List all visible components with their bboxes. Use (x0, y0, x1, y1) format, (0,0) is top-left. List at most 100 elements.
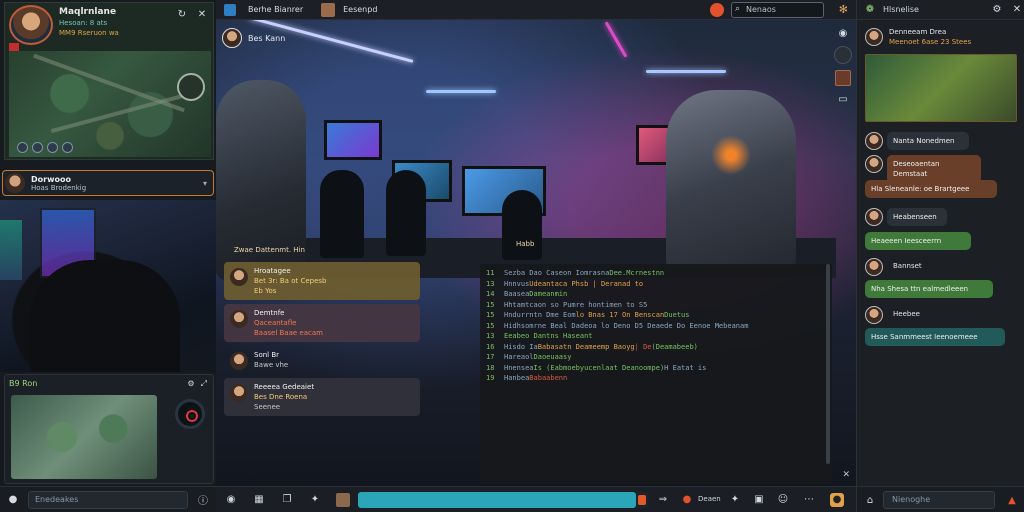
log-text: Baasea (504, 290, 530, 298)
player-avatar[interactable] (9, 5, 53, 45)
user-avatar[interactable] (321, 2, 336, 17)
user-name[interactable]: Eesenpd (343, 5, 377, 14)
log-text: Udeantaca Phsb | Deranad to (529, 279, 644, 288)
notification-icon[interactable] (710, 3, 724, 17)
chat-avatar (865, 132, 883, 150)
lock-icon[interactable]: ◉ (836, 26, 850, 40)
search-input[interactable]: Nenaos (731, 2, 824, 18)
log-line: 19 Hanbea Babaabenn (486, 373, 826, 384)
player-card[interactable]: Maqlrnlane Hesoan: 8 ats MM9 Rseruon wa … (4, 2, 214, 160)
log-text: Hisdo Ia (504, 342, 538, 351)
log-line: 11 Sezba Dao Caseon Iomrasna Dee.Mcrnestn… (486, 268, 826, 279)
close-icon[interactable]: ✕ (1010, 3, 1024, 17)
log-text: Dee.Mcrnestnn (609, 269, 665, 277)
stage-caption-center: Habb (516, 240, 535, 248)
log-line: 17 Hareaol Daoeuaasy (486, 352, 826, 363)
progress-handle[interactable] (638, 495, 646, 505)
send-icon[interactable]: ▲ (1005, 493, 1019, 507)
chat-bubble[interactable]: Reeeea Gedeaiet Bes Dne Roena Seenee (224, 378, 420, 416)
home-icon[interactable]: ● (6, 493, 20, 507)
line-number: 19 (486, 374, 495, 382)
chat-bubble[interactable]: Hroatagee Bet 3r: Ba ot Cepesb Eb Yos (224, 262, 420, 300)
viewer-avatar[interactable] (834, 46, 852, 64)
log-scrollbar[interactable] (826, 264, 830, 464)
line-number: 13 (486, 332, 495, 340)
log-text: Hidhsomrne Beal Dadeoa lo Deno D5 Deaede… (504, 321, 749, 330)
app-icon[interactable] (224, 3, 236, 16)
log-text: Hnensea (504, 363, 534, 372)
line-number: 14 (486, 290, 495, 298)
target-icon[interactable] (175, 399, 205, 429)
log-text: Hanbea (504, 374, 530, 382)
player-controls: ◉ ▦ ❐ ✦ ⇒ ● Deaen ✦ ▣ ☺ ⋯ ● (216, 486, 856, 512)
gift-icon[interactable] (835, 70, 851, 86)
share-icon[interactable]: ⇒ (656, 493, 670, 507)
emoji-icon[interactable]: ☺ (776, 493, 790, 507)
badge-icon[interactable]: ● (830, 493, 844, 507)
ability-icon[interactable] (32, 142, 43, 153)
streamer-item[interactable]: Dorwooo Hoas Brodenkig ▾ (2, 170, 214, 196)
streamer-silhouette (30, 260, 180, 372)
log-text: Eeabeo Dantns Haseant (504, 332, 593, 340)
compass-icon[interactable] (177, 73, 205, 101)
ability-icon[interactable] (62, 142, 73, 153)
chat-title: Hlsnelise (883, 5, 919, 14)
settings-icon[interactable]: ⚙ (187, 379, 194, 389)
chat-bubble[interactable]: Sonl Br Bawe vhe (224, 346, 420, 374)
chat-avatar (230, 384, 248, 402)
chevron-down-icon[interactable]: ▾ (203, 179, 207, 188)
close-icon[interactable]: ✕ (195, 7, 209, 21)
chat-avatar (865, 208, 883, 226)
webcam-feed (0, 200, 216, 372)
record-label[interactable]: Deaen (698, 495, 721, 503)
minimap-title: B9 Ron (9, 379, 38, 388)
chat-text: Deseoaentan Demstaat (887, 155, 981, 183)
line-number: 18 (486, 363, 495, 372)
settings-icon[interactable]: ⚙ (990, 3, 1004, 17)
chat-overlay: Hroatagee Bet 3r: Ba ot Cepesb Eb Yos De… (224, 262, 420, 420)
ability-icon[interactable] (47, 142, 58, 153)
record-icon[interactable]: ● (680, 493, 694, 507)
minimap[interactable] (11, 395, 157, 479)
stream-progress[interactable] (358, 492, 648, 508)
stream-stage[interactable]: Bes Kann ◉ ▭ Zwae Dattenmt. Hin Habb Hro… (216, 20, 856, 486)
log-line: 15 Hndurrntn Dme Eom lo Bnas 17 On Bensca… (486, 310, 826, 321)
grid-icon[interactable]: ▦ (252, 493, 266, 507)
log-text: lo Bnas 17 On Benscan (575, 311, 665, 319)
left-search-input[interactable]: Enedeakes (28, 490, 188, 509)
more-icon[interactable]: ⋯ (802, 493, 816, 507)
image-icon[interactable]: ▣ (752, 493, 766, 507)
game-map-view[interactable] (9, 51, 211, 157)
expand-icon[interactable]: ⤢ (201, 379, 207, 389)
chat-input[interactable]: Nienoghe (883, 491, 995, 509)
log-text: Hhtamtcaon so Pumre hontimen to S5 (504, 300, 648, 309)
chat-author: Bannset (893, 262, 922, 270)
stream-host[interactable]: Bes Kann (222, 28, 285, 48)
window-title: Berhe Bianrer (248, 5, 304, 14)
chat-text: Seenee (254, 403, 281, 411)
refresh-icon[interactable]: ↻ (175, 7, 189, 21)
link-icon[interactable]: ✦ (728, 493, 742, 507)
ability-icon[interactable] (17, 142, 28, 153)
player-stats-secondary: MM9 Rseruon wa (59, 29, 119, 37)
chat-author: Denneeam Drea (889, 28, 947, 36)
close-icon[interactable]: ✕ (842, 470, 850, 480)
chat-bubble[interactable]: Demtnfe Qaceantafle Baasel Baae eacam (224, 304, 420, 342)
log-console[interactable]: 11 Sezba Dao Caseon Iomrasna Dee.Mcrnestn… (480, 264, 832, 484)
log-text: Daoeuaasy (533, 353, 572, 361)
settings-icon[interactable]: ✻ (839, 3, 848, 16)
info-icon[interactable]: ⓘ (196, 493, 210, 507)
copy-icon[interactable]: ❐ (280, 493, 294, 507)
neon-light (604, 21, 628, 58)
home-icon[interactable]: ⌂ (863, 493, 877, 507)
clip-thumbnail[interactable] (865, 54, 1017, 122)
log-text: Duetus (664, 311, 690, 319)
bookmark-icon[interactable]: ▭ (836, 92, 850, 106)
streamer-name: Dorwooo (31, 174, 71, 184)
chat-author: Heebee (893, 310, 920, 318)
player-stats: Hesoan: 8 ats (59, 19, 108, 27)
play-icon[interactable]: ◉ (224, 493, 238, 507)
chat-text: Hsse Sanmmeest Ieenoemeee (865, 328, 1005, 346)
gamepad-icon[interactable]: ✦ (308, 493, 322, 507)
avatar-thumb[interactable] (336, 493, 350, 507)
